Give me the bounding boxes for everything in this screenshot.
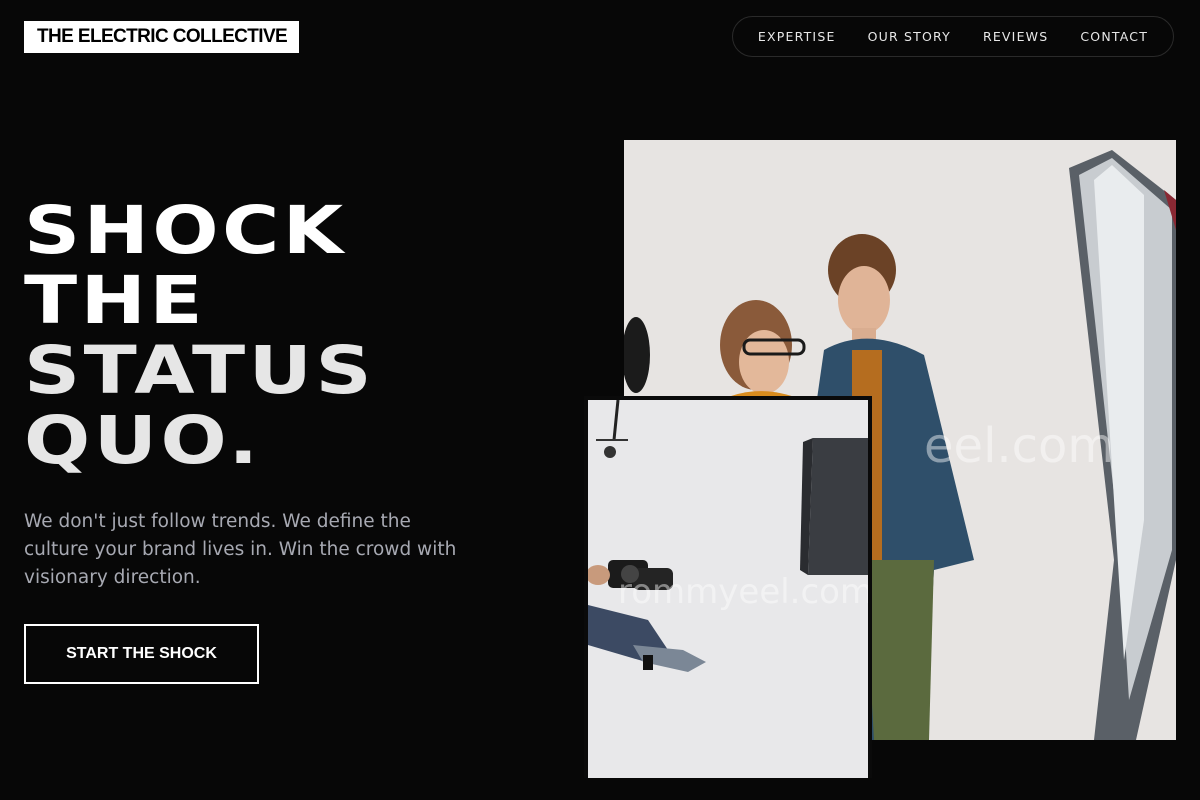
brand-logo[interactable]: THE ELECTRIC COLLECTIVE — [24, 21, 300, 53]
headline-line: SHOCK — [24, 192, 347, 269]
main-nav: EXPERTISE OUR STORY REVIEWS CONTACT — [732, 16, 1174, 57]
headline-line: THE — [24, 262, 207, 339]
photographer-photo-illustration: rommyeel.com — [588, 400, 868, 778]
headline-line: QUO. — [24, 402, 262, 479]
nav-item-contact[interactable]: CONTACT — [1064, 29, 1164, 44]
studio-photo-small: rommyeel.com — [584, 396, 872, 778]
nav-item-our-story[interactable]: OUR STORY — [852, 29, 967, 44]
headline-line: STATUS — [24, 332, 376, 409]
hero-subtitle: We don't just follow trends. We define t… — [24, 511, 457, 588]
main-photo-watermark: eel.com — [924, 418, 1114, 474]
small-photo-watermark: rommyeel.com — [618, 572, 868, 612]
hero-headline: SHOCK THE STATUS QUO. — [24, 196, 375, 476]
nav-item-reviews[interactable]: REVIEWS — [967, 29, 1064, 44]
start-the-shock-button[interactable]: START THE SHOCK — [24, 624, 259, 684]
nav-item-expertise[interactable]: EXPERTISE — [742, 29, 852, 44]
